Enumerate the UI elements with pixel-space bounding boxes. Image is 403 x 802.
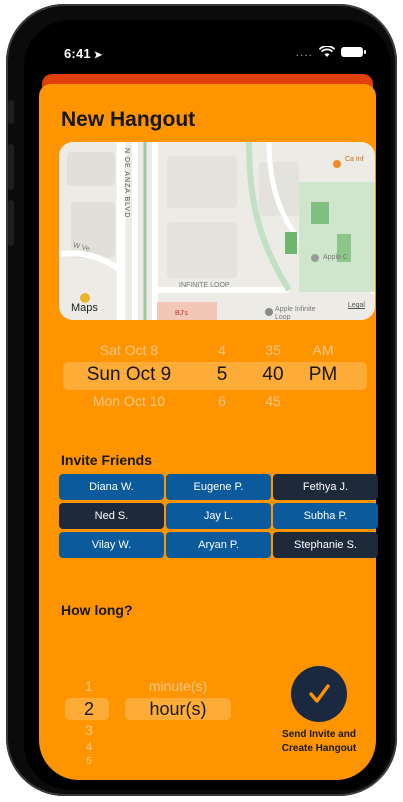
friend-chip-stephanie[interactable]: Stephanie S. bbox=[273, 532, 378, 558]
battery-icon bbox=[341, 47, 366, 57]
picker-row-above: Sat Oct 8 4 35 AM bbox=[65, 342, 371, 364]
duration-unit[interactable]: minute(s) bbox=[125, 678, 231, 694]
send-invite-button[interactable] bbox=[291, 666, 347, 722]
picker-ampm-selected[interactable]: PM bbox=[301, 364, 345, 386]
picker-hour-selected[interactable]: 5 bbox=[205, 364, 239, 386]
map-view[interactable]: N DE ANZA BLVD W Ve INFINITE LOOP BJ's C… bbox=[59, 142, 375, 320]
screen: 6:41 ➤ .... New Hangout N DE ANZA BLVD W… bbox=[24, 20, 391, 790]
home-indicator[interactable] bbox=[154, 780, 284, 785]
friends-grid: Diana W. Eugene P. Fethya J. Ned S. Jay … bbox=[59, 474, 378, 558]
picker-ampm[interactable]: AM bbox=[301, 342, 345, 358]
map-graphic bbox=[59, 142, 375, 320]
picker-hour[interactable]: 4 bbox=[205, 342, 239, 358]
picker-row-selected: Sun Oct 9 5 40 PM bbox=[65, 364, 371, 386]
how-long-heading: How long? bbox=[61, 602, 133, 618]
map-poi-apple-right-label: Apple C bbox=[323, 254, 348, 261]
maps-logo-text: Maps bbox=[71, 302, 98, 314]
picker-row-below: Mon Oct 10 6 45 bbox=[65, 393, 371, 415]
duration-number-selected[interactable]: 2 bbox=[79, 699, 99, 720]
checkmark-icon bbox=[309, 684, 330, 703]
picker-day[interactable]: Mon Oct 10 bbox=[65, 393, 193, 409]
status-bar: 6:41 ➤ .... bbox=[24, 20, 391, 80]
map-poi-ca-label: Ca Inf bbox=[345, 156, 364, 163]
page-title: New Hangout bbox=[61, 108, 196, 131]
duration-number[interactable]: 5 bbox=[79, 756, 99, 767]
duration-picker[interactable]: 1 2 3 4 5 minute(s) hour(s) bbox=[65, 674, 245, 784]
date-time-picker[interactable]: Sat Oct 8 4 35 AM Sun Oct 9 5 40 PM Mon … bbox=[63, 340, 371, 422]
friend-chip-jay[interactable]: Jay L. bbox=[166, 503, 271, 529]
volume-down-button bbox=[8, 200, 14, 246]
send-label-line1: Send Invite and bbox=[282, 729, 356, 740]
duration-number[interactable]: 1 bbox=[79, 678, 99, 694]
maps-logo: Maps bbox=[71, 302, 98, 314]
friend-chip-diana[interactable]: Diana W. bbox=[59, 474, 164, 500]
location-arrow-icon: ➤ bbox=[93, 50, 103, 61]
friend-chip-fethya[interactable]: Fethya J. bbox=[273, 474, 378, 500]
picker-day-selected[interactable]: Sun Oct 9 bbox=[65, 364, 193, 386]
wifi-icon bbox=[319, 46, 335, 57]
status-indicators: .... bbox=[295, 45, 366, 59]
volume-up-button bbox=[8, 144, 14, 190]
time-text: 6:41 bbox=[64, 46, 91, 61]
duration-number[interactable]: 4 bbox=[79, 740, 99, 754]
invite-friends-heading: Invite Friends bbox=[61, 452, 153, 468]
signal-icon: .... bbox=[295, 45, 313, 59]
friend-chip-aryan[interactable]: Aryan P. bbox=[166, 532, 271, 558]
duration-number[interactable]: 3 bbox=[79, 722, 99, 738]
mute-switch bbox=[8, 100, 14, 124]
send-label-line2: Create Hangout bbox=[281, 743, 357, 754]
status-time: 6:41 ➤ bbox=[64, 46, 102, 61]
phone-frame: 6:41 ➤ .... New Hangout N DE ANZA BLVD W… bbox=[6, 4, 397, 796]
friend-chip-ned[interactable]: Ned S. bbox=[59, 503, 164, 529]
duration-unit-selected[interactable]: hour(s) bbox=[125, 699, 231, 720]
picker-minute-selected[interactable]: 40 bbox=[253, 364, 293, 386]
map-legal-link[interactable]: Legal bbox=[348, 302, 365, 309]
map-loop-label: INFINITE LOOP bbox=[179, 282, 230, 289]
picker-minute[interactable]: 45 bbox=[253, 393, 293, 409]
map-lot-label: BJ's bbox=[175, 310, 189, 317]
map-road-label: N DE ANZA BLVD bbox=[123, 148, 130, 219]
friend-chip-eugene[interactable]: Eugene P. bbox=[166, 474, 271, 500]
picker-day[interactable]: Sat Oct 8 bbox=[65, 342, 193, 358]
new-hangout-sheet: New Hangout N DE ANZA BLVD W Ve INFINITE… bbox=[39, 84, 378, 780]
friend-chip-subha[interactable]: Subha P. bbox=[273, 503, 378, 529]
friend-chip-vilay[interactable]: Vilay W. bbox=[59, 532, 164, 558]
picker-hour[interactable]: 6 bbox=[205, 393, 239, 409]
picker-minute[interactable]: 35 bbox=[253, 342, 293, 358]
send-invite-label: Send Invite and Create Hangout bbox=[267, 728, 371, 756]
map-poi-apple-loop-label: Apple Infinite Loop bbox=[275, 306, 316, 320]
